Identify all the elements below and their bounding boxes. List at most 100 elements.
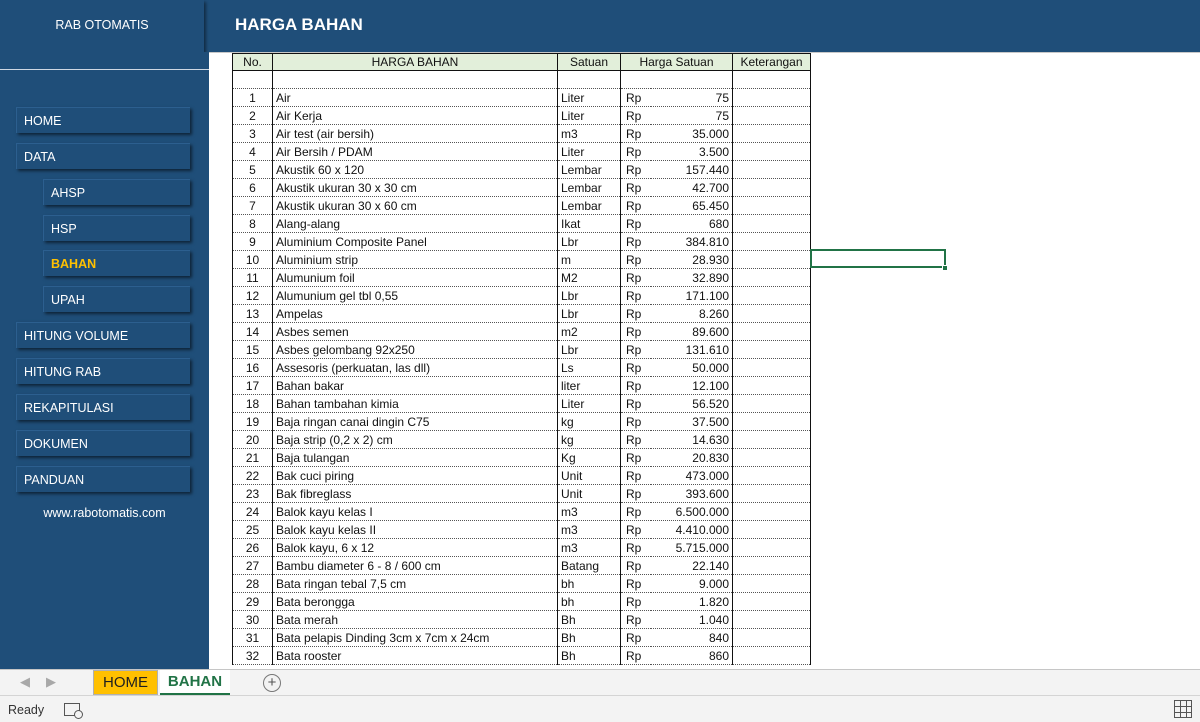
keterangan-cell[interactable] [732,88,811,107]
currency-cell[interactable]: Rp [620,358,651,377]
no-cell[interactable]: 32 [232,646,273,665]
name-cell[interactable]: Asbes semen [272,322,558,341]
currency-cell[interactable]: Rp [620,286,651,305]
price-cell[interactable]: 9.000 [650,574,733,593]
app-title[interactable]: RAB OTOMATIS [0,0,204,52]
keterangan-cell[interactable] [732,160,811,179]
price-cell[interactable]: 28.930 [650,250,733,269]
sidebar-item-rekapitulasi[interactable]: REKAPITULASI [16,394,190,420]
unit-cell[interactable]: m3 [557,520,621,539]
unit-cell[interactable]: m3 [557,502,621,521]
name-cell[interactable]: Air [272,88,558,107]
name-cell[interactable]: Baja strip (0,2 x 2) cm [272,430,558,449]
no-cell[interactable]: 5 [232,160,273,179]
unit-cell[interactable]: Lembar [557,178,621,197]
keterangan-cell[interactable] [732,484,811,503]
price-cell[interactable]: 8.260 [650,304,733,323]
price-cell[interactable]: 393.600 [650,484,733,503]
unit-cell[interactable]: Bh [557,646,621,665]
currency-cell[interactable]: Rp [620,88,651,107]
unit-cell[interactable]: m [557,250,621,269]
price-cell[interactable]: 384.810 [650,232,733,251]
currency-cell[interactable]: Rp [620,214,651,233]
currency-cell[interactable]: Rp [620,394,651,413]
currency-cell[interactable]: Rp [620,556,651,575]
spreadsheet-area[interactable]: No. HARGA BAHAN Satuan Harga Satuan Kete… [209,52,1200,669]
name-cell[interactable]: Baja tulangan [272,448,558,467]
currency-cell[interactable]: Rp [620,448,651,467]
unit-cell[interactable]: Lbr [557,304,621,323]
keterangan-cell[interactable] [732,286,811,305]
keterangan-cell[interactable] [732,538,811,557]
keterangan-cell[interactable] [732,394,811,413]
no-cell[interactable]: 30 [232,610,273,629]
price-cell[interactable]: 5.715.000 [650,538,733,557]
name-cell[interactable]: Aluminium strip [272,250,558,269]
no-cell[interactable]: 26 [232,538,273,557]
currency-cell[interactable]: Rp [620,466,651,485]
table-cell[interactable] [620,70,651,89]
unit-cell[interactable]: Kg [557,448,621,467]
keterangan-cell[interactable] [732,214,811,233]
no-cell[interactable]: 14 [232,322,273,341]
currency-cell[interactable]: Rp [620,160,651,179]
price-cell[interactable]: 680 [650,214,733,233]
no-cell[interactable]: 8 [232,214,273,233]
keterangan-cell[interactable] [732,646,811,665]
name-cell[interactable]: Air Bersih / PDAM [272,142,558,161]
name-cell[interactable]: Bahan tambahan kimia [272,394,558,413]
sidebar-item-hitung-rab[interactable]: HITUNG RAB [16,358,190,384]
price-cell[interactable]: 12.100 [650,376,733,395]
price-cell[interactable]: 56.520 [650,394,733,413]
unit-cell[interactable]: Liter [557,88,621,107]
keterangan-cell[interactable] [732,340,811,359]
currency-cell[interactable]: Rp [620,520,651,539]
table-cell[interactable] [650,70,733,89]
sidebar-item-home[interactable]: HOME [16,107,190,133]
no-cell[interactable]: 2 [232,106,273,125]
sidebar-item-panduan[interactable]: PANDUAN [16,466,190,492]
tab-bahan[interactable]: BAHAN [160,670,230,695]
unit-cell[interactable]: kg [557,430,621,449]
price-cell[interactable]: 840 [650,628,733,647]
price-cell[interactable]: 89.600 [650,322,733,341]
no-cell[interactable]: 19 [232,412,273,431]
unit-cell[interactable]: bh [557,592,621,611]
sidebar-item-hsp[interactable]: HSP [43,215,190,241]
no-cell[interactable]: 21 [232,448,273,467]
table-cell[interactable] [272,70,558,89]
unit-cell[interactable]: Lbr [557,340,621,359]
price-cell[interactable]: 157.440 [650,160,733,179]
name-cell[interactable]: Akustik 60 x 120 [272,160,558,179]
currency-cell[interactable]: Rp [620,178,651,197]
no-cell[interactable]: 10 [232,250,273,269]
currency-cell[interactable]: Rp [620,196,651,215]
keterangan-cell[interactable] [732,358,811,377]
sidebar-item-upah[interactable]: UPAH [43,286,190,312]
no-cell[interactable]: 16 [232,358,273,377]
sidebar-item-ahsp[interactable]: AHSP [43,179,190,205]
keterangan-cell[interactable] [732,268,811,287]
sidebar-item-dokumen[interactable]: DOKUMEN [16,430,190,456]
unit-cell[interactable]: Unit [557,466,621,485]
name-cell[interactable]: Air Kerja [272,106,558,125]
name-cell[interactable]: Bata merah [272,610,558,629]
name-cell[interactable]: Balok kayu, 6 x 12 [272,538,558,557]
keterangan-cell[interactable] [732,592,811,611]
no-cell[interactable]: 9 [232,232,273,251]
normal-view-icon[interactable] [1174,700,1192,718]
no-cell[interactable]: 7 [232,196,273,215]
header-name[interactable]: HARGA BAHAN [272,53,558,71]
price-cell[interactable]: 35.000 [650,124,733,143]
keterangan-cell[interactable] [732,124,811,143]
table-cell[interactable] [732,70,811,89]
price-cell[interactable]: 65.450 [650,196,733,215]
tab-prev-icon[interactable]: ◀ [20,674,30,690]
unit-cell[interactable]: kg [557,412,621,431]
currency-cell[interactable]: Rp [620,646,651,665]
no-cell[interactable]: 12 [232,286,273,305]
keterangan-cell[interactable] [732,106,811,125]
unit-cell[interactable]: Lbr [557,286,621,305]
price-cell[interactable]: 6.500.000 [650,502,733,521]
macro-record-icon[interactable] [64,703,83,719]
